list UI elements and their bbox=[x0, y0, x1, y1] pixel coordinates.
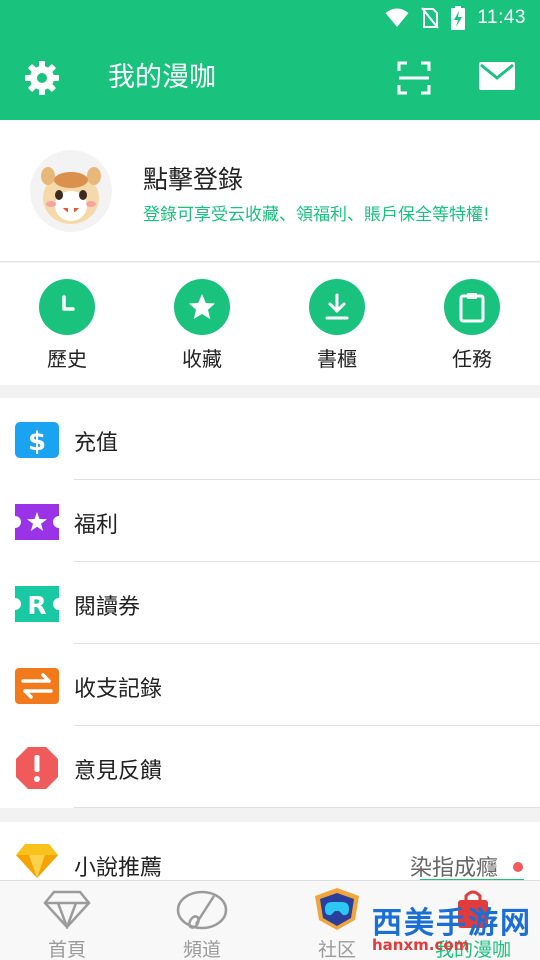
svg-text:$: $ bbox=[28, 427, 46, 457]
menu-item-feedback[interactable]: 意見反饋 bbox=[0, 726, 540, 808]
quick-action-label: 任務 bbox=[452, 347, 492, 371]
quick-action-label: 收藏 bbox=[182, 347, 222, 371]
alert-octagon-icon bbox=[16, 747, 58, 789]
bookshelf-circle bbox=[309, 279, 365, 335]
watermark: 西美手游网 hanxm.com bbox=[300, 884, 540, 960]
no-sim-icon bbox=[421, 7, 440, 29]
status-bar: 11:43 bbox=[0, 0, 540, 36]
quick-action-label: 書櫃 bbox=[317, 347, 357, 371]
gear-icon bbox=[25, 61, 59, 95]
menu-item-label: 福利 bbox=[74, 513, 119, 538]
ticket-star-icon bbox=[15, 504, 59, 540]
download-icon bbox=[325, 293, 349, 320]
divider bbox=[0, 261, 540, 262]
favorites-circle bbox=[174, 279, 230, 335]
r-coupon-icon: R bbox=[15, 586, 59, 622]
menu-item-welfare[interactable]: 福利 bbox=[0, 480, 540, 562]
quick-actions: 歷史 收藏 書櫃 任務 bbox=[0, 263, 540, 385]
menu-item-label: 閱讀券 bbox=[74, 595, 141, 620]
tab-label: 首頁 bbox=[47, 939, 86, 960]
menu-list: $ 充值 福利 R 閱讀券 收支記錄 意見反饋 bbox=[0, 398, 540, 808]
page-title: 我的漫咖 bbox=[108, 62, 216, 93]
tasks-circle bbox=[444, 279, 500, 335]
menu-item-transactions[interactable]: 收支記錄 bbox=[0, 644, 540, 726]
scan-button[interactable] bbox=[396, 60, 432, 96]
novel-recommend-title: 染指成癮 bbox=[410, 856, 499, 881]
wifi-icon bbox=[385, 8, 409, 27]
tab-label: 頻道 bbox=[182, 939, 221, 960]
settings-button[interactable] bbox=[22, 58, 62, 98]
clock-icon bbox=[62, 295, 75, 311]
history-circle bbox=[39, 279, 95, 335]
swap-arrows-icon bbox=[15, 668, 59, 704]
status-time: 11:43 bbox=[477, 7, 526, 28]
app-bar: 我的漫咖 bbox=[0, 36, 540, 120]
divider bbox=[74, 807, 540, 808]
login-prompt[interactable]: 點擊登錄 bbox=[143, 160, 243, 196]
quick-action-tasks[interactable]: 任務 bbox=[412, 279, 532, 372]
quick-action-history[interactable]: 歷史 bbox=[7, 279, 127, 372]
svg-text:R: R bbox=[27, 591, 46, 620]
palette-icon bbox=[176, 890, 228, 930]
watermark-url: hanxm.com bbox=[372, 936, 470, 954]
hamster-avatar-icon bbox=[41, 167, 101, 224]
menu-item-recharge[interactable]: $ 充值 bbox=[0, 398, 540, 480]
quick-action-label: 歷史 bbox=[47, 347, 87, 371]
star-icon bbox=[189, 294, 215, 319]
diamond-outline-icon bbox=[43, 890, 91, 929]
novel-recommend-row[interactable]: 小說推薦 染指成癮 bbox=[0, 822, 540, 882]
status-icons: 11:43 bbox=[385, 6, 526, 30]
menu-item-label: 充值 bbox=[74, 431, 119, 456]
profile-card[interactable]: 點擊登錄 登錄可享受云收藏、領福利、賬戶保全等特權! bbox=[0, 120, 540, 262]
quick-action-bookshelf[interactable]: 書櫃 bbox=[277, 279, 397, 372]
novel-recommend-label: 小說推薦 bbox=[74, 856, 163, 881]
mail-icon bbox=[479, 62, 515, 90]
quick-action-favorites[interactable]: 收藏 bbox=[142, 279, 262, 372]
menu-item-label: 意見反饋 bbox=[74, 759, 163, 784]
login-benefits-text: 登錄可享受云收藏、領福利、賬戶保全等特權! bbox=[143, 205, 490, 225]
menu-item-reading-coupon[interactable]: R 閱讀券 bbox=[0, 562, 540, 644]
menu-item-label: 收支記錄 bbox=[74, 677, 163, 702]
dollar-icon: $ bbox=[15, 422, 59, 458]
battery-charging-icon bbox=[451, 6, 466, 30]
new-indicator-dot bbox=[513, 862, 523, 872]
avatar[interactable] bbox=[30, 150, 112, 232]
scan-icon bbox=[397, 61, 431, 95]
tab-channels[interactable]: 頻道 bbox=[147, 887, 257, 960]
messages-button[interactable] bbox=[478, 60, 518, 96]
clipboard-icon bbox=[459, 293, 485, 323]
diamond-icon bbox=[16, 844, 58, 878]
tab-home[interactable]: 首頁 bbox=[12, 887, 122, 960]
